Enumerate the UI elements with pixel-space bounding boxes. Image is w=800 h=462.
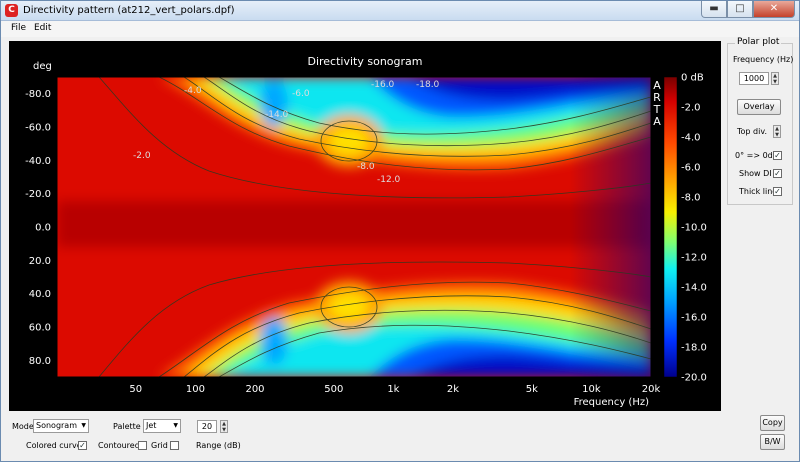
title-bar[interactable]: C Directivity pattern (at212_vert_polars… xyxy=(1,1,799,21)
mode-select[interactable]: Sonogram ▼ xyxy=(33,419,89,433)
overlay-button[interactable]: Overlay xyxy=(737,99,781,115)
colorbar-ticks: 0 dB -2.0 -4.0 -6.0 -8.0 -10.0 -12.0 -14.0 -16.0… xyxy=(681,73,707,384)
y-tick-label: -60.0 xyxy=(25,123,51,134)
colorbar-tick-label: -14.0 xyxy=(681,283,707,294)
polar-plot-group: Polar plot Frequency (Hz) 1000 ▲ ▼ Overla… xyxy=(727,37,797,207)
colored-curves-checkbox[interactable]: ✓ xyxy=(78,441,87,450)
show-di-label: Show DI xyxy=(739,169,772,178)
thick-line-label: Thick line xyxy=(739,187,778,196)
directivity-window: C Directivity pattern (at212_vert_polars… xyxy=(0,0,800,462)
y-tick-label: -80.0 xyxy=(25,89,51,100)
minimize-button[interactable]: ▬ xyxy=(701,1,727,18)
copy-button[interactable]: Copy xyxy=(760,415,785,431)
watermark-letter: A xyxy=(653,115,661,128)
top-div-spin-arrows[interactable]: ▲ ▼ xyxy=(773,125,781,138)
polar-plot-frame xyxy=(727,43,793,205)
colorbar-tick-label: -6.0 xyxy=(681,163,701,174)
colorbar-tick-label: -12.0 xyxy=(681,253,707,264)
colorbar-tick-label: -20.0 xyxy=(681,373,707,384)
x-axis-label: Frequency (Hz) xyxy=(574,397,650,408)
window-title: Directivity pattern (at212_vert_polars.d… xyxy=(23,5,235,16)
x-tick-label: 20k xyxy=(642,384,661,395)
contour-label-18: -18.0 xyxy=(416,80,440,90)
x-tick-label: 100 xyxy=(186,384,205,395)
y-tick-label: 80.0 xyxy=(29,356,51,367)
colorbar-tick-label: -16.0 xyxy=(681,313,707,324)
x-axis-ticks: 50 100 200 500 1k 2k 5k 10k 20k xyxy=(129,384,660,395)
palette-label: Palette xyxy=(113,422,141,431)
contour-label-6: -6.0 xyxy=(292,89,310,99)
mode-label: Mode xyxy=(12,422,34,431)
contour-label-12: -12.0 xyxy=(377,175,401,185)
top-div-label: Top div. xyxy=(737,127,767,136)
range-spin-arrows[interactable]: ▲ ▼ xyxy=(220,420,228,433)
window-controls: ▬ □ ✕ xyxy=(701,1,795,19)
maximize-button[interactable]: □ xyxy=(727,1,753,18)
directivity-sonogram-chart: Directivity sonogram deg -4.0 -2.0 -14.0… xyxy=(25,55,707,408)
arta-watermark: ARTA xyxy=(653,79,662,128)
colorbar-tick-label: -18.0 xyxy=(681,343,707,354)
grid-label: Grid xyxy=(151,441,168,450)
palette-select-value: Jet xyxy=(146,421,157,430)
x-tick-label: 500 xyxy=(324,384,343,395)
colorbar-tick-label: -8.0 xyxy=(681,193,701,204)
y-tick-label: 20.0 xyxy=(29,256,51,267)
polar-plot-title: Polar plot xyxy=(735,37,782,47)
colorbar-tick-label: -2.0 xyxy=(681,103,701,114)
chevron-down-icon: ▼ xyxy=(81,422,86,429)
menu-bar: File Edit xyxy=(1,21,799,37)
colorbar-tick-label: -4.0 xyxy=(681,133,701,144)
grid-checkbox[interactable] xyxy=(170,441,179,450)
y-unit-label: deg xyxy=(33,61,52,72)
arta-app-icon[interactable]: C xyxy=(5,4,18,17)
frequency-input[interactable]: 1000 xyxy=(739,72,769,85)
mode-select-value: Sonogram xyxy=(36,421,77,430)
y-tick-label: 0.0 xyxy=(35,223,51,234)
x-tick-label: 2k xyxy=(447,384,459,395)
y-axis-ticks: -80.0 -60.0 -40.0 -20.0 0.0 20.0 40.0 60.0 80.0 xyxy=(25,89,51,367)
menu-file[interactable]: File xyxy=(11,23,26,33)
x-tick-label: 5k xyxy=(526,384,538,395)
colorbar-tick-label: -10.0 xyxy=(681,223,707,234)
colorbar xyxy=(663,76,678,378)
frequency-label: Frequency (Hz) xyxy=(733,55,794,64)
contoured-label: Contoured xyxy=(98,441,140,450)
y-tick-label: 60.0 xyxy=(29,323,51,334)
close-button[interactable]: ✕ xyxy=(753,1,795,18)
x-tick-label: 200 xyxy=(245,384,264,395)
chevron-down-icon: ▼ xyxy=(173,422,178,429)
contour-label-4: -4.0 xyxy=(184,86,202,96)
y-tick-label: -20.0 xyxy=(25,189,51,200)
thick-line-checkbox[interactable]: ✓ xyxy=(773,187,782,196)
x-tick-label: 1k xyxy=(387,384,399,395)
contour-label-16: -16.0 xyxy=(371,80,395,90)
colored-curves-label: Colored curves xyxy=(26,441,86,450)
range-label: Range (dB) xyxy=(196,441,241,450)
palette-select[interactable]: Jet ▼ xyxy=(143,419,181,433)
zero-db-label: 0° => 0dB xyxy=(735,151,779,160)
contour-label-2: -2.0 xyxy=(133,151,151,161)
menu-edit[interactable]: Edit xyxy=(34,23,51,33)
x-tick-label: 10k xyxy=(582,384,601,395)
x-tick-label: 50 xyxy=(129,384,142,395)
chart-title: Directivity sonogram xyxy=(307,55,422,68)
sonogram-map xyxy=(57,77,651,377)
show-di-checkbox[interactable]: ✓ xyxy=(773,169,782,178)
range-input[interactable]: 20 xyxy=(197,420,217,433)
y-tick-label: -40.0 xyxy=(25,156,51,167)
y-tick-label: 40.0 xyxy=(29,289,51,300)
bw-button[interactable]: B/W xyxy=(760,434,785,450)
frequency-spin-arrows[interactable]: ▲ ▼ xyxy=(771,72,779,85)
colorbar-tick-label: 0 dB xyxy=(681,73,704,84)
sonogram-panel: Directivity sonogram deg -4.0 -2.0 -14.0… xyxy=(9,41,721,411)
contour-label-8: -8.0 xyxy=(357,162,375,172)
zero-db-checkbox[interactable]: ✓ xyxy=(773,151,782,160)
contour-label-14: -14.0 xyxy=(265,110,289,120)
contoured-checkbox[interactable] xyxy=(138,441,147,450)
